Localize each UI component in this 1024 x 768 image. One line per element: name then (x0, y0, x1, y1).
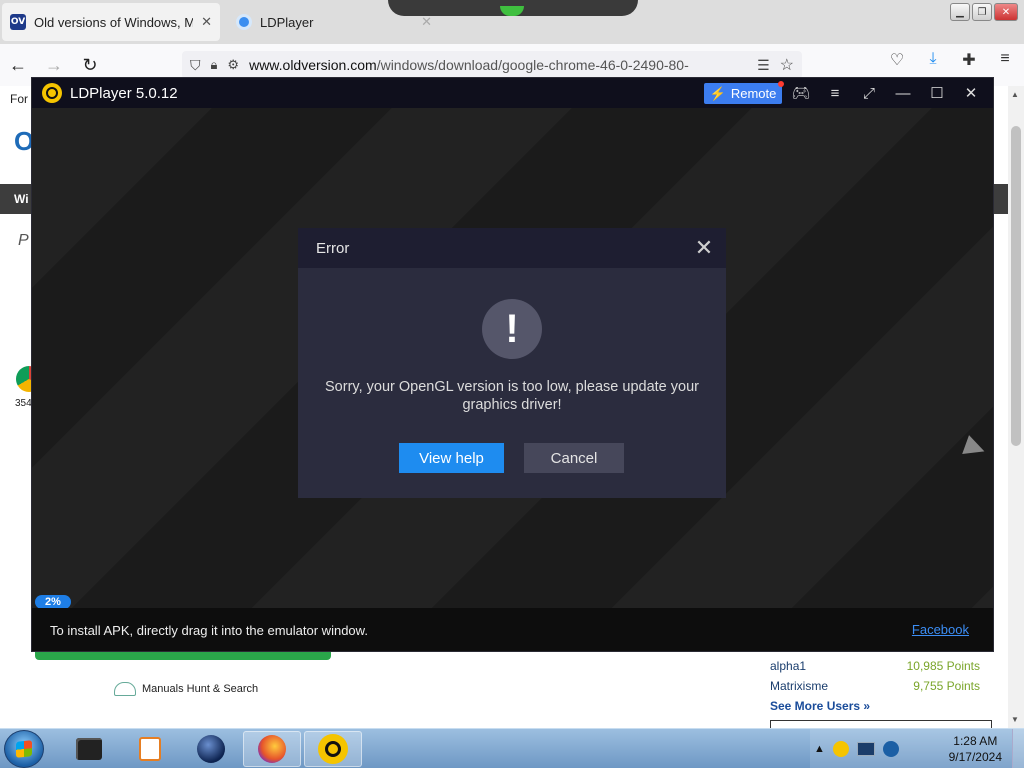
start-button[interactable] (4, 730, 44, 768)
taskbar-app-globe[interactable] (182, 731, 240, 767)
install-apk-hint: To install APK, directly drag it into th… (50, 622, 368, 638)
remote-button[interactable]: ⚡ Remote (704, 81, 784, 104)
system-tray: ▲ 1:28 AM 9/17/2024 (810, 729, 1024, 768)
scrollbar-thumb[interactable] (1011, 126, 1021, 446)
taskbar-apps (60, 731, 362, 767)
error-dialog: Error ✕ ! Sorry, your OpenGL version is … (298, 228, 726, 498)
firefox-icon (258, 735, 286, 763)
taskbar-app-virtualbox[interactable] (60, 731, 118, 767)
scroll-down-icon[interactable]: ▼ (1011, 715, 1019, 724)
close-window-icon[interactable]: ✕ (994, 3, 1018, 21)
tray-network-icon[interactable] (856, 742, 875, 756)
ldplayer-titlebar[interactable]: LDPlayer 5.0.12 ⚡ Remote 🎮︎ ≡ ⤢ — ☐ ✕ (32, 78, 993, 108)
user-points: 10,985 Points (906, 659, 980, 673)
minimize-icon[interactable]: ▁ (950, 3, 970, 21)
clock[interactable]: 1:28 AM 9/17/2024 (949, 733, 1002, 765)
back-icon[interactable]: ← (0, 50, 36, 80)
url-text[interactable]: www.oldversion.com/windows/download/goog… (249, 57, 747, 73)
remote-label: Remote (730, 86, 777, 101)
user-name[interactable]: Matrixisme (770, 679, 828, 693)
ldplayer-favicon-icon (236, 14, 252, 30)
clock-time: 1:28 AM (953, 734, 998, 748)
permissions-icon[interactable]: ⚙ (227, 57, 239, 73)
shield-icon[interactable]: ⛉ (190, 57, 201, 74)
expand-icon[interactable]: ⤢ (857, 82, 881, 104)
bookmark-star-icon[interactable]: ☆ (780, 55, 794, 75)
cursor-arrow-icon (962, 435, 988, 461)
ldplayer-tools: 🎮︎ ≡ ⤢ — ☐ ✕ (789, 82, 983, 104)
maximize-icon[interactable]: ☐ (925, 82, 949, 104)
page-heading-fragment: P (18, 232, 29, 249)
restore-icon[interactable]: ❐ (972, 3, 992, 21)
view-help-button[interactable]: View help (399, 443, 504, 473)
tab-title: Old versions of Windows, Mac (34, 14, 194, 30)
count-fragment: 354 (15, 398, 32, 409)
cancel-button[interactable]: Cancel (524, 443, 624, 473)
minimize-icon[interactable]: — (891, 82, 915, 104)
manuals-label: Manuals Hunt & Search (142, 683, 259, 695)
scroll-up-icon[interactable]: ▲ (1011, 90, 1019, 99)
page-scrollbar[interactable]: ▲ ▼ (1008, 86, 1024, 728)
tab-close-icon[interactable]: ✕ (421, 14, 432, 30)
site-nav-item[interactable]: Wi (14, 192, 29, 206)
media-player-icon (139, 737, 161, 761)
dialog-title: Error (316, 239, 350, 257)
for-label: For (10, 92, 28, 106)
ldplayer-statusbar: To install APK, directly drag it into th… (32, 608, 993, 651)
reader-view-icon[interactable]: ☰ (757, 57, 770, 74)
tray-action-center-icon[interactable] (882, 741, 899, 757)
reload-icon[interactable]: ↻ (72, 50, 108, 80)
gamepad-icon[interactable]: 🎮︎ (789, 82, 813, 104)
url-path: /windows/download/google-chrome-46-0-249… (376, 57, 689, 73)
ldplayer-title: LDPlayer 5.0.12 (70, 84, 178, 102)
see-more-users-link[interactable]: See More Users » (770, 699, 870, 713)
box-app-icon (76, 738, 102, 760)
user-row: Matrixisme 9,755 Points (770, 676, 980, 696)
see-more-row: See More Users » (770, 696, 980, 716)
url-domain: www.oldversion.com (249, 57, 377, 73)
dialog-close-icon[interactable]: ✕ (694, 237, 714, 259)
taskbar: ▲ 1:28 AM 9/17/2024 (0, 728, 1024, 768)
loading-progress-badge: 2% (35, 595, 71, 609)
oldversion-favicon-icon: OV (10, 14, 26, 30)
forward-icon[interactable]: → (36, 50, 72, 80)
ldplayer-logo-icon (42, 83, 62, 103)
tab-oldversion[interactable]: OV Old versions of Windows, Mac ✕ (2, 3, 220, 41)
ldplayer-icon (318, 734, 348, 764)
lightning-icon: ⚡ (709, 85, 726, 101)
manuals-link[interactable]: Manuals Hunt & Search (114, 682, 258, 696)
tab-close-icon[interactable]: ✕ (201, 14, 212, 30)
toolbar-right: ♡ ⤓ ✚ ≡ (886, 50, 1016, 70)
extensions-icon[interactable]: ✚ (958, 50, 980, 70)
tab-title: LDPlayer (260, 14, 314, 30)
window-controls: ▁ ❐ ✕ (950, 3, 1018, 21)
taskbar-app-firefox[interactable] (243, 731, 301, 767)
taskbar-app-media[interactable] (121, 731, 179, 767)
pocket-icon[interactable]: ♡ (886, 50, 908, 70)
clock-date: 9/17/2024 (948, 750, 1002, 764)
menu-icon[interactable]: ≡ (823, 82, 847, 104)
address-bar[interactable]: ⛉ 🔒︎ ⚙ www.oldversion.com/windows/downlo… (182, 51, 802, 79)
manuals-logo-icon (114, 682, 136, 696)
show-desktop-button[interactable] (1012, 729, 1024, 768)
dialog-header: Error ✕ (298, 228, 726, 268)
download-icon[interactable]: ⤓ (922, 50, 944, 70)
lock-icon[interactable]: 🔒︎ (211, 57, 218, 73)
tab-ldplayer[interactable]: LDPlayer ✕ (228, 3, 440, 41)
user-points: 9,755 Points (913, 679, 980, 693)
close-icon[interactable]: ✕ (959, 82, 983, 104)
notification-dot (778, 81, 784, 87)
facebook-link[interactable]: Facebook (912, 622, 969, 637)
user-row: alpha1 10,985 Points (770, 656, 980, 676)
user-name[interactable]: alpha1 (770, 659, 806, 673)
browser-tabstrip: OV Old versions of Windows, Mac ✕ LDPlay… (0, 0, 1024, 44)
warning-icon: ! (482, 299, 542, 359)
top-users-list: alpha1 10,985 Points Matrixisme 9,755 Po… (770, 656, 980, 716)
globe-app-icon (197, 735, 225, 763)
taskbar-app-ldplayer[interactable] (304, 731, 362, 767)
error-message: Sorry, your OpenGL version is too low, p… (325, 379, 699, 413)
tray-ldplayer-icon[interactable] (832, 741, 849, 757)
tray-expand-icon[interactable]: ▲ (814, 743, 825, 755)
menu-icon[interactable]: ≡ (994, 50, 1016, 70)
